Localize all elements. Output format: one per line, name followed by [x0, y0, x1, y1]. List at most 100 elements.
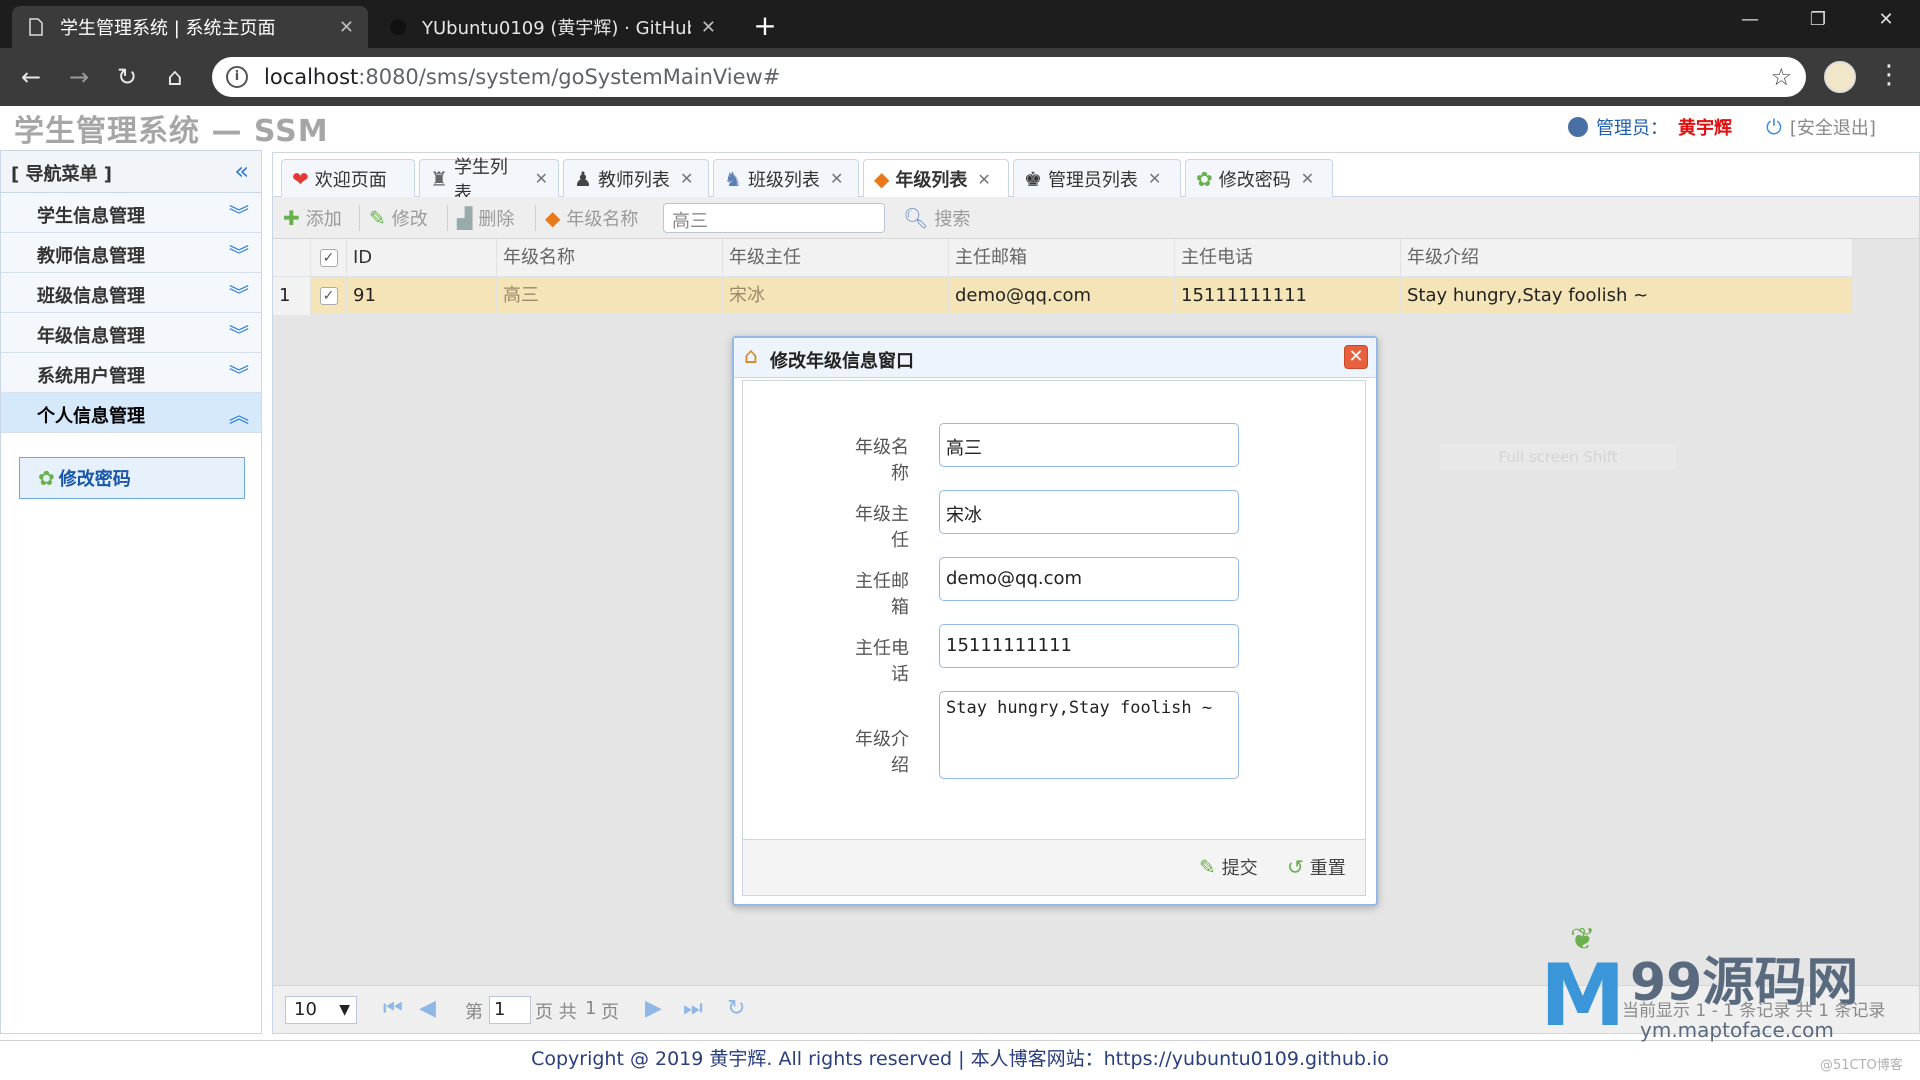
tab-grades[interactable]: ◆ 年级列表 ✕ [863, 159, 1009, 198]
sidebar-item-label: 班级信息管理 [37, 286, 145, 307]
app-header: 学生管理系统 — SSM 管理员： 黄宇辉 ⏻ [安全退出] [0, 106, 1920, 150]
next-page-icon[interactable]: ▶ [645, 996, 662, 1021]
plus-icon: ✚ [283, 206, 300, 230]
url-field[interactable]: i localhost:8080/sms/system/goSystemMain… [212, 57, 1806, 97]
home-icon[interactable]: ⌂ [160, 62, 190, 92]
column-header[interactable]: 年级名称 [497, 239, 723, 277]
collapse-left-icon[interactable]: « [234, 157, 249, 185]
last-page-icon[interactable]: ⏭ [683, 996, 703, 1021]
tab-label: 欢迎页面 [314, 169, 387, 191]
close-icon[interactable]: ✕ [830, 169, 843, 188]
close-icon[interactable]: ✕ [977, 170, 990, 189]
tab-students[interactable]: ♜ 学生列表 ✕ [419, 157, 559, 204]
back-icon[interactable]: ← [16, 62, 46, 92]
refresh-icon[interactable]: ↻ [727, 996, 745, 1021]
page-unit: 页 [601, 1002, 619, 1023]
column-header[interactable]: 主任电话 [1175, 239, 1401, 277]
submit-button[interactable]: ✎ 提交 [1199, 854, 1258, 880]
chevron-down-icon: ︾ [229, 283, 249, 307]
page-size-select[interactable]: 10 ▼ [285, 996, 357, 1024]
restore-button[interactable]: ❐ [1784, 0, 1852, 40]
home-icon: ⌂ [744, 344, 758, 369]
reset-button[interactable]: ↺ 重置 [1287, 854, 1346, 880]
toolbar-divider [535, 205, 536, 231]
sidebar-item-personal[interactable]: 个人信息管理 ︽ [1, 393, 261, 433]
sidebar-item-student[interactable]: 学生信息管理 ︾ [1, 193, 261, 233]
row-checkbox[interactable]: ✓ [311, 277, 347, 315]
search-input[interactable]: 高三 [663, 203, 885, 233]
tab-password[interactable]: ✿ 修改密码 ✕ [1185, 159, 1333, 197]
delete-button[interactable]: ▟ 删除 [457, 205, 514, 231]
browser-menu-icon[interactable]: ⋮ [1876, 60, 1902, 90]
user-icon [1568, 117, 1588, 137]
close-icon[interactable]: ✕ [1148, 169, 1161, 188]
reload-icon[interactable]: ↻ [112, 62, 142, 92]
close-icon[interactable]: ✕ [701, 17, 716, 38]
url-host: localhost [264, 65, 359, 89]
column-header[interactable]: ID [347, 239, 497, 277]
add-button[interactable]: ✚ 添加 [283, 205, 342, 231]
browser-tab-title: 学生管理系统 | 系统主页面 [60, 18, 276, 39]
grade-name-field[interactable]: 高三 [939, 423, 1239, 467]
cell-grade-name: 高三 [497, 277, 723, 315]
first-page-icon[interactable]: ⏮ [383, 996, 403, 1021]
phone-field[interactable]: 15111111111 [939, 624, 1239, 668]
toolbar-divider [447, 205, 448, 231]
table-row[interactable]: 1 ✓ 91 高三 宋冰 demo@qq.com 15111111111 Sta… [273, 277, 1853, 315]
browser-tab-github[interactable]: YUbuntu0109 (黄宇辉) · GitHub ✕ [374, 6, 730, 48]
teacher-icon: ♟ [574, 166, 592, 191]
sidebar-item-teacher[interactable]: 教师信息管理 ︾ [1, 233, 261, 273]
new-tab-button[interactable]: + [748, 10, 782, 44]
browser-tab-title: YUbuntu0109 (黄宇辉) · GitHub [422, 18, 691, 39]
tab-teachers[interactable]: ♟ 教师列表 ✕ [563, 159, 709, 197]
tab-admins[interactable]: ♚ 管理员列表 ✕ [1013, 159, 1181, 197]
intro-textarea[interactable]: Stay hungry,Stay foolish ~ [939, 691, 1239, 779]
field-label: 年级名称 [566, 209, 639, 230]
submenu-change-password[interactable]: ✿ 修改密码 [19, 457, 245, 499]
sidebar-item-label: 教师信息管理 [37, 246, 145, 267]
page-number-input[interactable]: 1 [489, 996, 531, 1024]
field-label: 年级介绍 [855, 729, 909, 776]
close-icon[interactable]: ✕ [680, 169, 693, 188]
tab-welcome[interactable]: ❤ 欢迎页面 [281, 159, 415, 197]
close-icon[interactable]: ✕ [535, 169, 548, 188]
page-prefix: 第 [465, 1002, 483, 1023]
dialog-close-button[interactable]: ✕ [1344, 345, 1368, 369]
forward-icon[interactable]: → [64, 62, 94, 92]
window-close-button[interactable]: ✕ [1852, 0, 1920, 40]
column-header[interactable]: 年级主任 [723, 239, 949, 277]
select-all-checkbox[interactable]: ✓ [311, 239, 347, 277]
cell-email: demo@qq.com [949, 277, 1175, 315]
column-header[interactable]: 主任邮箱 [949, 239, 1175, 277]
pencil-icon: ✎ [369, 206, 386, 230]
chevron-down-icon: ︾ [229, 243, 249, 267]
toolbar: ✚ 添加 ✎ 修改 ▟ 删除 ◆ 年级名称 高三 🔍︎ 搜索 [273, 197, 1919, 239]
dialog-title: 修改年级信息窗口 [770, 351, 914, 372]
prev-page-icon[interactable]: ◀ [419, 996, 436, 1021]
tab-classes[interactable]: ♞ 班级列表 ✕ [713, 159, 859, 197]
edit-button[interactable]: ✎ 修改 [369, 205, 428, 231]
minimize-button[interactable]: — [1716, 0, 1784, 40]
sidebar-item-class[interactable]: 班级信息管理 ︾ [1, 273, 261, 313]
sidebar-item-sysuser[interactable]: 系统用户管理 ︾ [1, 353, 261, 393]
profile-avatar[interactable] [1824, 61, 1856, 93]
cell-director: 宋冰 [723, 277, 949, 315]
browser-tab-active[interactable]: 学生管理系统 | 系统主页面 ✕ [12, 6, 368, 48]
column-header[interactable]: 年级介绍 [1401, 239, 1853, 277]
data-grid: ✓ ID 年级名称 年级主任 主任邮箱 主任电话 年级介绍 1 ✓ 91 高三 … [273, 239, 1853, 315]
close-icon[interactable]: ✕ [339, 17, 354, 38]
director-field[interactable]: 宋冰 [939, 490, 1239, 534]
rownum-header [273, 239, 311, 277]
search-button[interactable]: 🔍︎ 搜索 [903, 205, 970, 231]
sidebar-item-grade[interactable]: 年级信息管理 ︾ [1, 313, 261, 353]
bookmark-star-icon[interactable]: ☆ [1770, 63, 1792, 91]
app-title: 学生管理系统 — SSM [14, 114, 329, 149]
logout-link[interactable]: ⏻ [安全退出] [1766, 114, 1876, 140]
tab-label: 管理员列表 [1047, 169, 1138, 191]
submenu-label: 修改密码 [58, 469, 131, 490]
close-icon[interactable]: ✕ [1301, 169, 1314, 188]
site-info-icon[interactable]: i [226, 66, 248, 88]
gear-icon: ✿ [1196, 166, 1213, 191]
email-field[interactable]: demo@qq.com [939, 557, 1239, 601]
watermark-logo: ❦ M 99源码网 ym.maptoface.com [1540, 922, 1920, 1050]
